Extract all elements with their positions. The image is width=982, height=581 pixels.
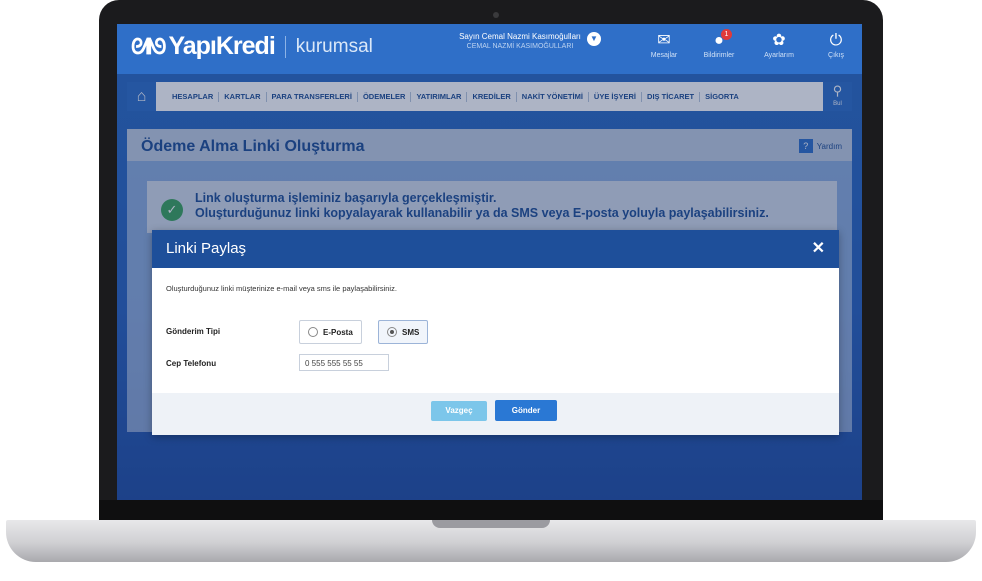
user-name: Sayın Cemal Nazmi Kasımoğulları <box>459 32 581 41</box>
settings-button[interactable]: ✿ Ayarlarım <box>757 32 801 59</box>
messages-label: Mesajlar <box>650 52 678 59</box>
chevron-down-icon[interactable]: ▼ <box>587 32 601 46</box>
logo-brand: YapıKredi <box>168 32 275 60</box>
logo[interactable]: ᘛᘚ YapıKredi kurumsal <box>131 32 373 61</box>
modal-header: Linki Paylaş ✕ <box>152 230 839 268</box>
laptop-notch <box>432 520 550 528</box>
radio-email-dot <box>308 327 318 337</box>
notifications-label: Bildirimler <box>703 52 735 59</box>
logo-sub: kurumsal <box>295 35 373 57</box>
top-bar: ᘛᘚ YapıKredi kurumsal Sayın Cemal Nazmi … <box>117 24 862 74</box>
notifications-button[interactable]: ● 1 Bildirimler <box>697 29 741 59</box>
logo-divider <box>284 35 286 58</box>
cancel-button[interactable]: Vazgeç <box>431 401 487 421</box>
messages-button[interactable]: ✉ Mesajlar <box>642 32 686 59</box>
phone-label: Cep Telefonu <box>166 359 217 368</box>
power-icon: ⏻ <box>829 32 843 49</box>
radio-sms-dot <box>387 327 397 337</box>
logout-button[interactable]: ⏻ Çıkış <box>814 32 858 59</box>
close-icon[interactable]: ✕ <box>812 238 825 258</box>
mail-icon: ✉ <box>657 32 671 49</box>
user-info[interactable]: Sayın Cemal Nazmi Kasımoğulları CEMAL NA… <box>445 32 595 51</box>
user-company: CEMAL NAZMİ KASIMOĞULLARI <box>466 43 574 50</box>
modal-title: Linki Paylaş <box>166 240 247 257</box>
send-button[interactable]: Gönder <box>495 400 557 421</box>
notification-badge: 1 <box>721 29 732 40</box>
screen: ᘛᘚ YapıKredi kurumsal Sayın Cemal Nazmi … <box>117 24 862 500</box>
logo-mark-icon: ᘛᘚ <box>131 33 166 59</box>
send-type-label: Gönderim Tipi <box>166 327 221 336</box>
logout-label: Çıkış <box>828 52 844 59</box>
radio-email-label: E-Posta <box>323 327 353 337</box>
radio-email[interactable]: E-Posta <box>299 320 362 344</box>
phone-input[interactable]: 0 555 555 55 55 <box>299 354 389 371</box>
radio-sms-label: SMS <box>402 327 420 337</box>
radio-sms[interactable]: SMS <box>378 320 429 344</box>
settings-label: Ayarlarım <box>764 52 794 59</box>
settings-icon: ✿ <box>772 32 786 49</box>
notification-icon: ● <box>714 32 724 49</box>
share-link-modal: Linki Paylaş ✕ Oluşturduğunuz linki müşt… <box>152 230 839 435</box>
modal-description: Oluşturduğunuz linki müşterinize e-mail … <box>166 284 397 293</box>
camera-dot <box>493 12 499 18</box>
